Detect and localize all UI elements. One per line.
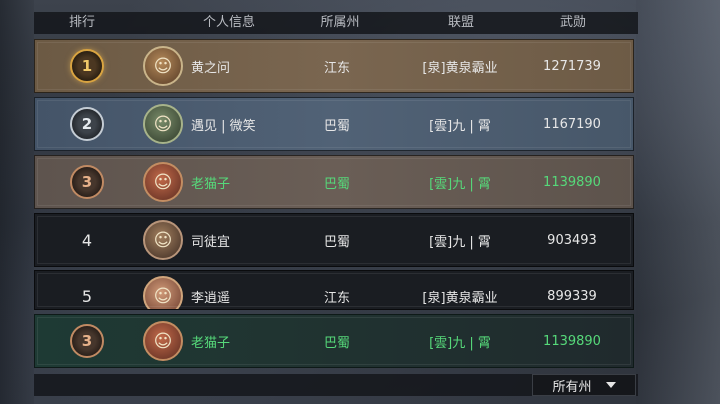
header-personal-info: 个人信息 <box>202 15 255 30</box>
player-name: 司徒宜 <box>191 234 231 250</box>
player-state: 江东 <box>323 60 350 76</box>
leaderboard-row-1[interactable]: 1 ☺ 黄之问 江东 [泉]黄泉霸业 1271739 <box>34 39 634 93</box>
player-state: 巴蜀 <box>323 234 350 250</box>
player-alliance: [雲]九 | 霄 <box>429 234 491 250</box>
my-rank-row[interactable]: 3 ☺ 老猫子 巴蜀 [雲]九 | 霄 1139890 <box>34 314 634 368</box>
state-filter-dropdown[interactable]: 所有州 <box>532 374 636 396</box>
leaderboard-row-3[interactable]: 3 ☺ 老猫子 巴蜀 [雲]九 | 霄 1139890 <box>34 155 634 209</box>
player-merit: 1167190 <box>543 116 601 132</box>
header-merit: 武勋 <box>559 15 586 30</box>
rank-badge-bronze: 3 <box>70 165 104 199</box>
general-portrait-icon: ☺ <box>153 285 173 307</box>
player-name: 遇见 | 微笑 <box>191 118 256 134</box>
player-alliance: [泉]黄泉霸业 <box>422 60 498 76</box>
header-alliance: 联盟 <box>447 15 474 30</box>
player-name: 老猫子 <box>191 335 231 351</box>
player-avatar[interactable]: ☺ <box>143 276 183 309</box>
leaderboard-row-5[interactable]: 5 ☺ 李逍遥 江东 [泉]黄泉霸业 899339 <box>34 270 634 310</box>
leaderboard-row-4[interactable]: 4 ☺ 司徒宜 巴蜀 [雲]九 | 霄 903493 <box>34 213 634 267</box>
player-name: 黄之问 <box>191 60 231 76</box>
player-alliance: [雲]九 | 霄 <box>429 118 491 134</box>
leaderboard-row-2[interactable]: 2 ☺ 遇见 | 微笑 巴蜀 [雲]九 | 霄 1167190 <box>34 97 634 151</box>
chevron-down-icon <box>605 382 616 388</box>
player-avatar[interactable]: ☺ <box>143 220 183 260</box>
player-merit: 899339 <box>547 288 597 304</box>
rank-number: 4 <box>81 230 93 250</box>
player-avatar[interactable]: ☺ <box>143 321 183 361</box>
player-name: 老猫子 <box>191 176 231 192</box>
player-merit: 1139890 <box>543 174 601 190</box>
player-name: 李逍遥 <box>191 290 231 306</box>
player-alliance: [雲]九 | 霄 <box>429 335 491 351</box>
player-merit: 1271739 <box>543 58 601 74</box>
player-state: 江东 <box>323 290 350 306</box>
rank-badge-gold: 1 <box>70 49 104 83</box>
general-portrait-icon: ☺ <box>153 171 173 193</box>
general-portrait-icon: ☺ <box>153 55 173 77</box>
general-portrait-icon: ☺ <box>153 330 173 352</box>
rank-badge-silver: 2 <box>70 107 104 141</box>
state-filter-label: 所有州 <box>552 379 592 395</box>
leaderboard-header: 排行 个人信息 所属州 联盟 武勋 <box>34 12 638 34</box>
header-state: 所属州 <box>320 15 360 30</box>
background-shade-right <box>636 0 720 404</box>
rank-badge-bronze: 3 <box>70 324 104 358</box>
player-alliance: [雲]九 | 霄 <box>429 176 491 192</box>
player-merit: 903493 <box>547 232 597 248</box>
player-merit: 1139890 <box>543 333 601 349</box>
player-avatar[interactable]: ☺ <box>143 104 183 144</box>
player-state: 巴蜀 <box>323 335 350 351</box>
general-portrait-icon: ☺ <box>153 113 173 135</box>
header-rank: 排行 <box>68 15 95 30</box>
player-state: 巴蜀 <box>323 176 350 192</box>
player-avatar[interactable]: ☺ <box>143 46 183 86</box>
player-avatar[interactable]: ☺ <box>143 162 183 202</box>
rank-number: 5 <box>81 286 93 306</box>
general-portrait-icon: ☺ <box>153 229 173 251</box>
player-state: 巴蜀 <box>323 118 350 134</box>
player-alliance: [泉]黄泉霸业 <box>422 290 498 306</box>
leaderboard-footer: 所有州 <box>34 374 638 396</box>
background-shade-left <box>0 0 34 404</box>
